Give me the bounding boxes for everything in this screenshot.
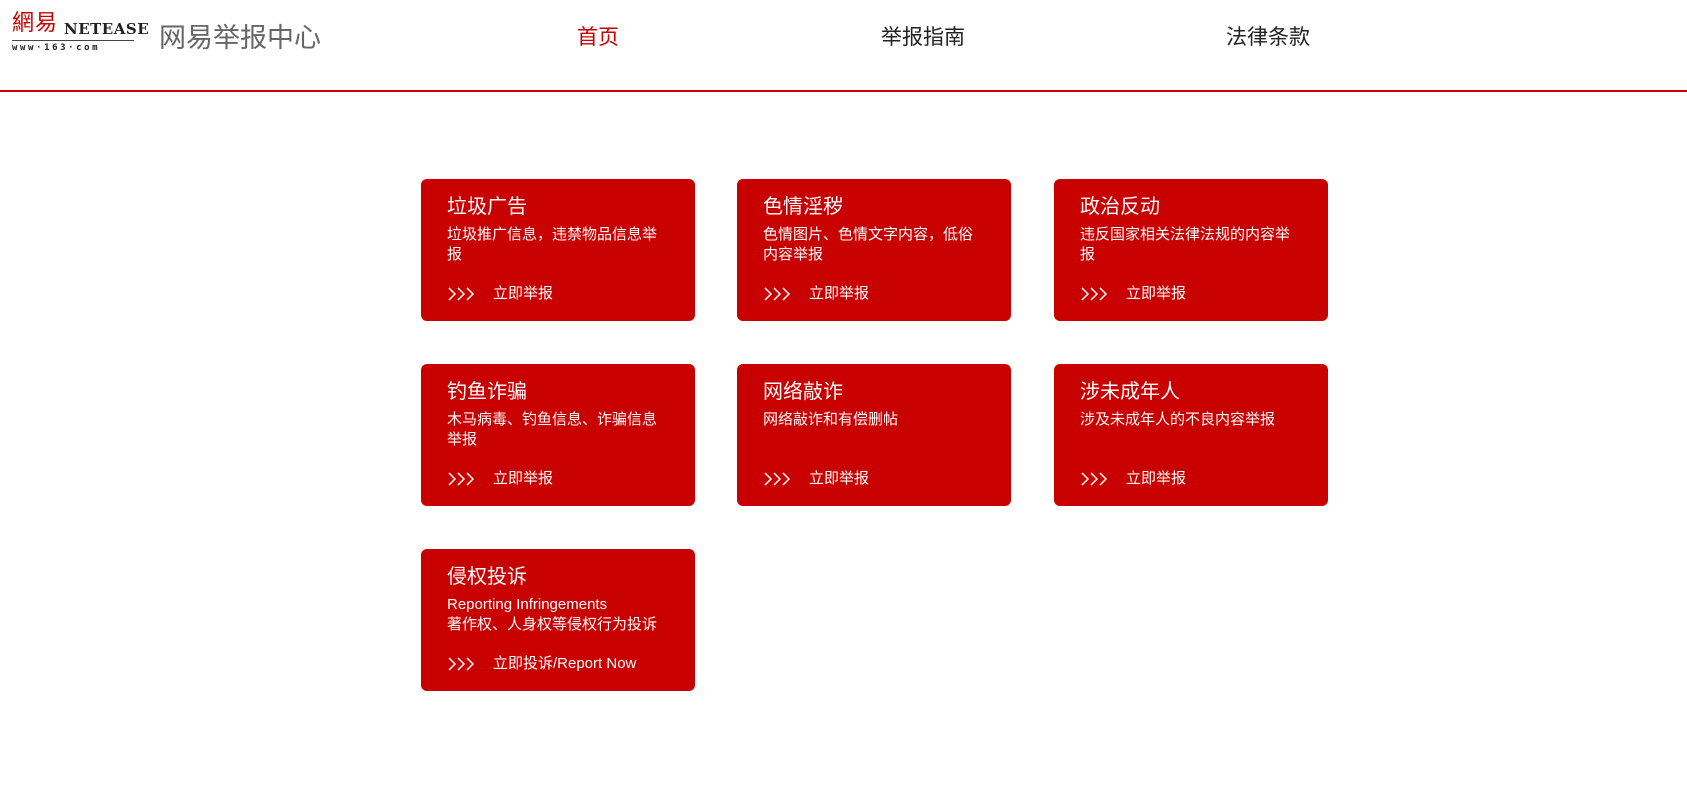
nav-item-legal-terms[interactable]: 法律条款 <box>1226 24 1310 52</box>
report-now-button[interactable]: 立即举报 <box>763 468 869 490</box>
netease-logo[interactable]: 網易 NETEASE www·163·com <box>12 11 149 54</box>
card-title: 侵权投诉 <box>447 566 527 588</box>
card-description-line: Reporting Infringements <box>447 596 608 613</box>
triple-chevron-right-icon <box>1081 287 1108 301</box>
card-description-line: 涉及未成年人的不良内容举报 <box>1080 411 1276 428</box>
nav-item-home[interactable]: 首页 <box>577 24 619 52</box>
nav-item-report-guide[interactable]: 举报指南 <box>881 24 965 52</box>
card-description-line: 报 <box>447 246 463 263</box>
card-title: 网络敲诈 <box>763 381 843 403</box>
logo-url-text: www·163·com <box>12 43 101 53</box>
card-description: Reporting Infringements 著作权、人身权等侵权行为投诉 <box>447 595 677 635</box>
card-title: 垃圾广告 <box>447 196 527 218</box>
card-description: 涉及未成年人的不良内容举报 <box>1080 410 1310 430</box>
triple-chevron-right-icon <box>764 472 791 486</box>
report-card-phishing-fraud[interactable]: 钓鱼诈骗 木马病毒、钓鱼信息、诈骗信息 举报 立即举报 <box>421 364 695 506</box>
report-now-label: 立即举报 <box>809 285 870 302</box>
report-now-button[interactable]: 立即举报 <box>447 283 553 305</box>
report-now-label: 立即投诉/Report Now <box>493 655 637 672</box>
card-description: 垃圾推广信息，违禁物品信息举 报 <box>447 225 677 265</box>
card-description-line: 内容举报 <box>763 246 824 263</box>
card-description: 违反国家相关法律法规的内容举 报 <box>1080 225 1310 265</box>
triple-chevron-right-icon <box>448 287 475 301</box>
logo-chinese-text: 網易 <box>12 11 59 36</box>
report-now-label: 立即举报 <box>493 470 554 487</box>
card-description-line: 举报 <box>447 431 478 448</box>
report-card-pornography[interactable]: 色情淫秽 色情图片、色情文字内容，低俗 内容举报 立即举报 <box>737 179 1011 321</box>
card-description: 木马病毒、钓鱼信息、诈骗信息 举报 <box>447 410 677 450</box>
report-card-political[interactable]: 政治反动 违反国家相关法律法规的内容举 报 立即举报 <box>1054 179 1328 321</box>
site-title: 网易举报中心 <box>159 23 321 53</box>
report-now-label: 立即举报 <box>1126 285 1187 302</box>
card-title: 色情淫秽 <box>763 196 843 218</box>
report-now-button[interactable]: 立即举报 <box>1080 468 1186 490</box>
report-card-online-extortion[interactable]: 网络敲诈 网络敲诈和有偿删帖 立即举报 <box>737 364 1011 506</box>
card-title: 政治反动 <box>1080 196 1160 218</box>
card-title: 钓鱼诈骗 <box>447 381 527 403</box>
report-now-button[interactable]: 立即举报 <box>1080 283 1186 305</box>
card-description: 色情图片、色情文字内容，低俗 内容举报 <box>763 225 993 265</box>
card-description-line: 报 <box>1080 246 1096 263</box>
report-now-label: 立即举报 <box>809 470 870 487</box>
report-now-button[interactable]: 立即举报 <box>447 468 553 490</box>
report-card-minors[interactable]: 涉未成年人 涉及未成年人的不良内容举报 立即举报 <box>1054 364 1328 506</box>
card-description-line: 垃圾推广信息，违禁物品信息举 <box>447 226 658 243</box>
report-now-label: 立即举报 <box>1126 470 1187 487</box>
triple-chevron-right-icon <box>1081 472 1108 486</box>
card-description-line: 色情图片、色情文字内容，低俗 <box>763 226 974 243</box>
card-description: 网络敲诈和有偿删帖 <box>763 410 993 430</box>
report-now-button[interactable]: 立即举报 <box>763 283 869 305</box>
card-description-line: 木马病毒、钓鱼信息、诈骗信息 <box>447 411 658 428</box>
card-description-line: 网络敲诈和有偿删帖 <box>763 411 899 428</box>
report-card-spam-ads[interactable]: 垃圾广告 垃圾推广信息，违禁物品信息举 报 立即举报 <box>421 179 695 321</box>
card-title: 涉未成年人 <box>1080 381 1180 403</box>
report-card-infringement[interactable]: 侵权投诉 Reporting Infringements 著作权、人身权等侵权行… <box>421 549 695 691</box>
card-description-line: 著作权、人身权等侵权行为投诉 <box>447 616 658 633</box>
logo-divider <box>12 40 134 41</box>
report-now-button[interactable]: 立即投诉/Report Now <box>447 653 636 675</box>
site-header: 網易 NETEASE www·163·com 网易举报中心 首页 举报指南 法律… <box>0 0 1687 92</box>
logo-english-text: NETEASE <box>64 20 150 38</box>
triple-chevron-right-icon <box>448 657 475 671</box>
triple-chevron-right-icon <box>764 287 791 301</box>
card-description-line: 违反国家相关法律法规的内容举 <box>1080 226 1291 243</box>
report-now-label: 立即举报 <box>493 285 554 302</box>
triple-chevron-right-icon <box>448 472 475 486</box>
